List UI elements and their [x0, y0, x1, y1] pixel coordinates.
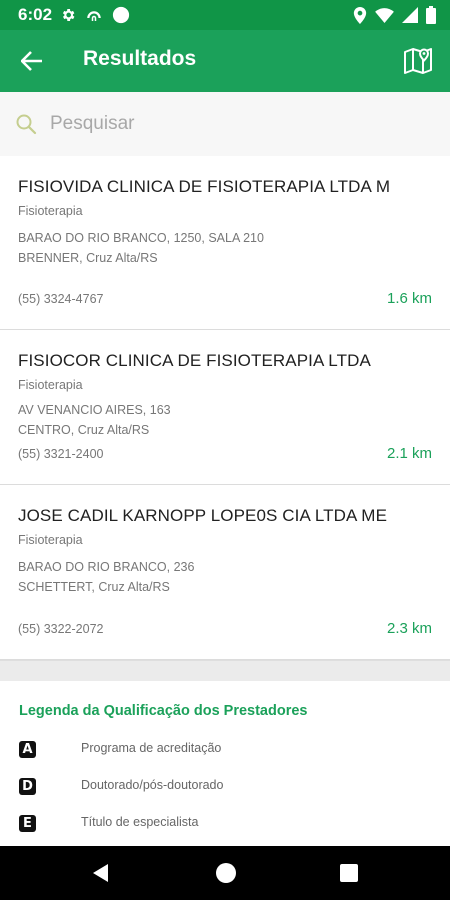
- address-line-2: BRENNER, Cruz Alta/RS: [18, 251, 158, 265]
- back-button[interactable]: [14, 44, 50, 78]
- legend-title: Legenda da Qualificação dos Prestadores: [19, 703, 308, 719]
- result-item[interactable]: JOSE CADIL KARNOPP LOPE0S CIA LTDA ME Fi…: [0, 485, 450, 660]
- legend-item: A Programa de acreditação: [0, 738, 450, 764]
- qualification-legend: Legenda da Qualificação dos Prestadores …: [0, 681, 450, 846]
- doctorate-badge-icon: D: [19, 778, 36, 795]
- provider-phone[interactable]: (55) 3322-2072: [18, 622, 103, 636]
- search-icon: [16, 114, 37, 135]
- result-item[interactable]: FISIOVIDA CLINICA DE FISIOTERAPIA LTDA M…: [0, 156, 450, 330]
- provider-category: Fisioterapia: [18, 533, 83, 547]
- result-item[interactable]: FISIOCOR CLINICA DE FISIOTERAPIA LTDA Fi…: [0, 330, 450, 485]
- legend-label: Doutorado/pós-doutorado: [81, 778, 224, 792]
- provider-address: AV VENANCIO AIRES, 163 CENTRO, Cruz Alta…: [18, 400, 432, 440]
- provider-name: FISIOCOR CLINICA DE FISIOTERAPIA LTDA: [18, 351, 371, 370]
- provider-address: BARAO DO RIO BRANCO, 236 SCHETTERT, Cruz…: [18, 557, 432, 597]
- address-line-2: CENTRO, Cruz Alta/RS: [18, 423, 150, 437]
- legend-item: D Doutorado/pós-doutorado: [0, 775, 450, 801]
- provider-name: JOSE CADIL KARNOPP LOPE0S CIA LTDA ME: [18, 506, 388, 525]
- search-bar: [0, 92, 450, 156]
- provider-distance: 2.3 km: [386, 620, 432, 637]
- accreditation-badge-icon: A: [19, 741, 36, 758]
- provider-category: Fisioterapia: [18, 204, 83, 218]
- status-time: 6:02: [18, 5, 53, 24]
- nav-back-icon[interactable]: [90, 862, 112, 884]
- navigation-bar: [0, 846, 450, 900]
- map-pin-icon: [404, 48, 432, 74]
- app-bar: Resultados: [0, 30, 450, 92]
- circle-icon: [112, 6, 130, 24]
- address-line-2: SCHETTERT, Cruz Alta/RS: [18, 580, 170, 594]
- signal-icon: [402, 7, 418, 23]
- nav-recents-icon[interactable]: [340, 864, 358, 882]
- provider-phone[interactable]: (55) 3321-2400: [18, 447, 103, 461]
- address-line-1: AV VENANCIO AIRES, 163: [18, 403, 171, 417]
- result-list: FISIOVIDA CLINICA DE FISIOTERAPIA LTDA M…: [0, 156, 450, 660]
- status-left-icons: [60, 5, 130, 25]
- map-view-button[interactable]: [398, 41, 438, 81]
- nav-home-icon[interactable]: [216, 863, 236, 883]
- provider-category: Fisioterapia: [18, 378, 83, 392]
- provider-address: BARAO DO RIO BRANCO, 1250, SALA 210 BREN…: [18, 228, 432, 268]
- battery-icon: [426, 6, 436, 24]
- legend-label: Título de especialista: [81, 815, 199, 829]
- settings-gear-icon: [62, 9, 75, 21]
- legend-label: Programa de acreditação: [81, 741, 222, 755]
- provider-distance: 2.1 km: [386, 445, 432, 462]
- provider-name: FISIOVIDA CLINICA DE FISIOTERAPIA LTDA M: [18, 177, 391, 196]
- page-title: Resultados: [83, 47, 197, 70]
- provider-phone[interactable]: (55) 3324-4767: [18, 292, 103, 306]
- vpn-icon: [87, 11, 101, 21]
- address-line-1: BARAO DO RIO BRANCO, 1250, SALA 210: [18, 231, 264, 245]
- status-bar: 6:02: [0, 0, 450, 30]
- address-line-1: BARAO DO RIO BRANCO, 236: [18, 560, 195, 574]
- legend-item: E Título de especialista: [0, 812, 450, 838]
- section-divider: [0, 660, 450, 681]
- specialist-badge-icon: E: [19, 815, 36, 832]
- arrow-back-icon: [21, 51, 42, 71]
- status-right-icons: [353, 5, 436, 25]
- wifi-icon: [375, 7, 394, 23]
- location-icon: [353, 6, 367, 24]
- provider-distance: 1.6 km: [386, 290, 432, 307]
- search-input[interactable]: [50, 106, 430, 142]
